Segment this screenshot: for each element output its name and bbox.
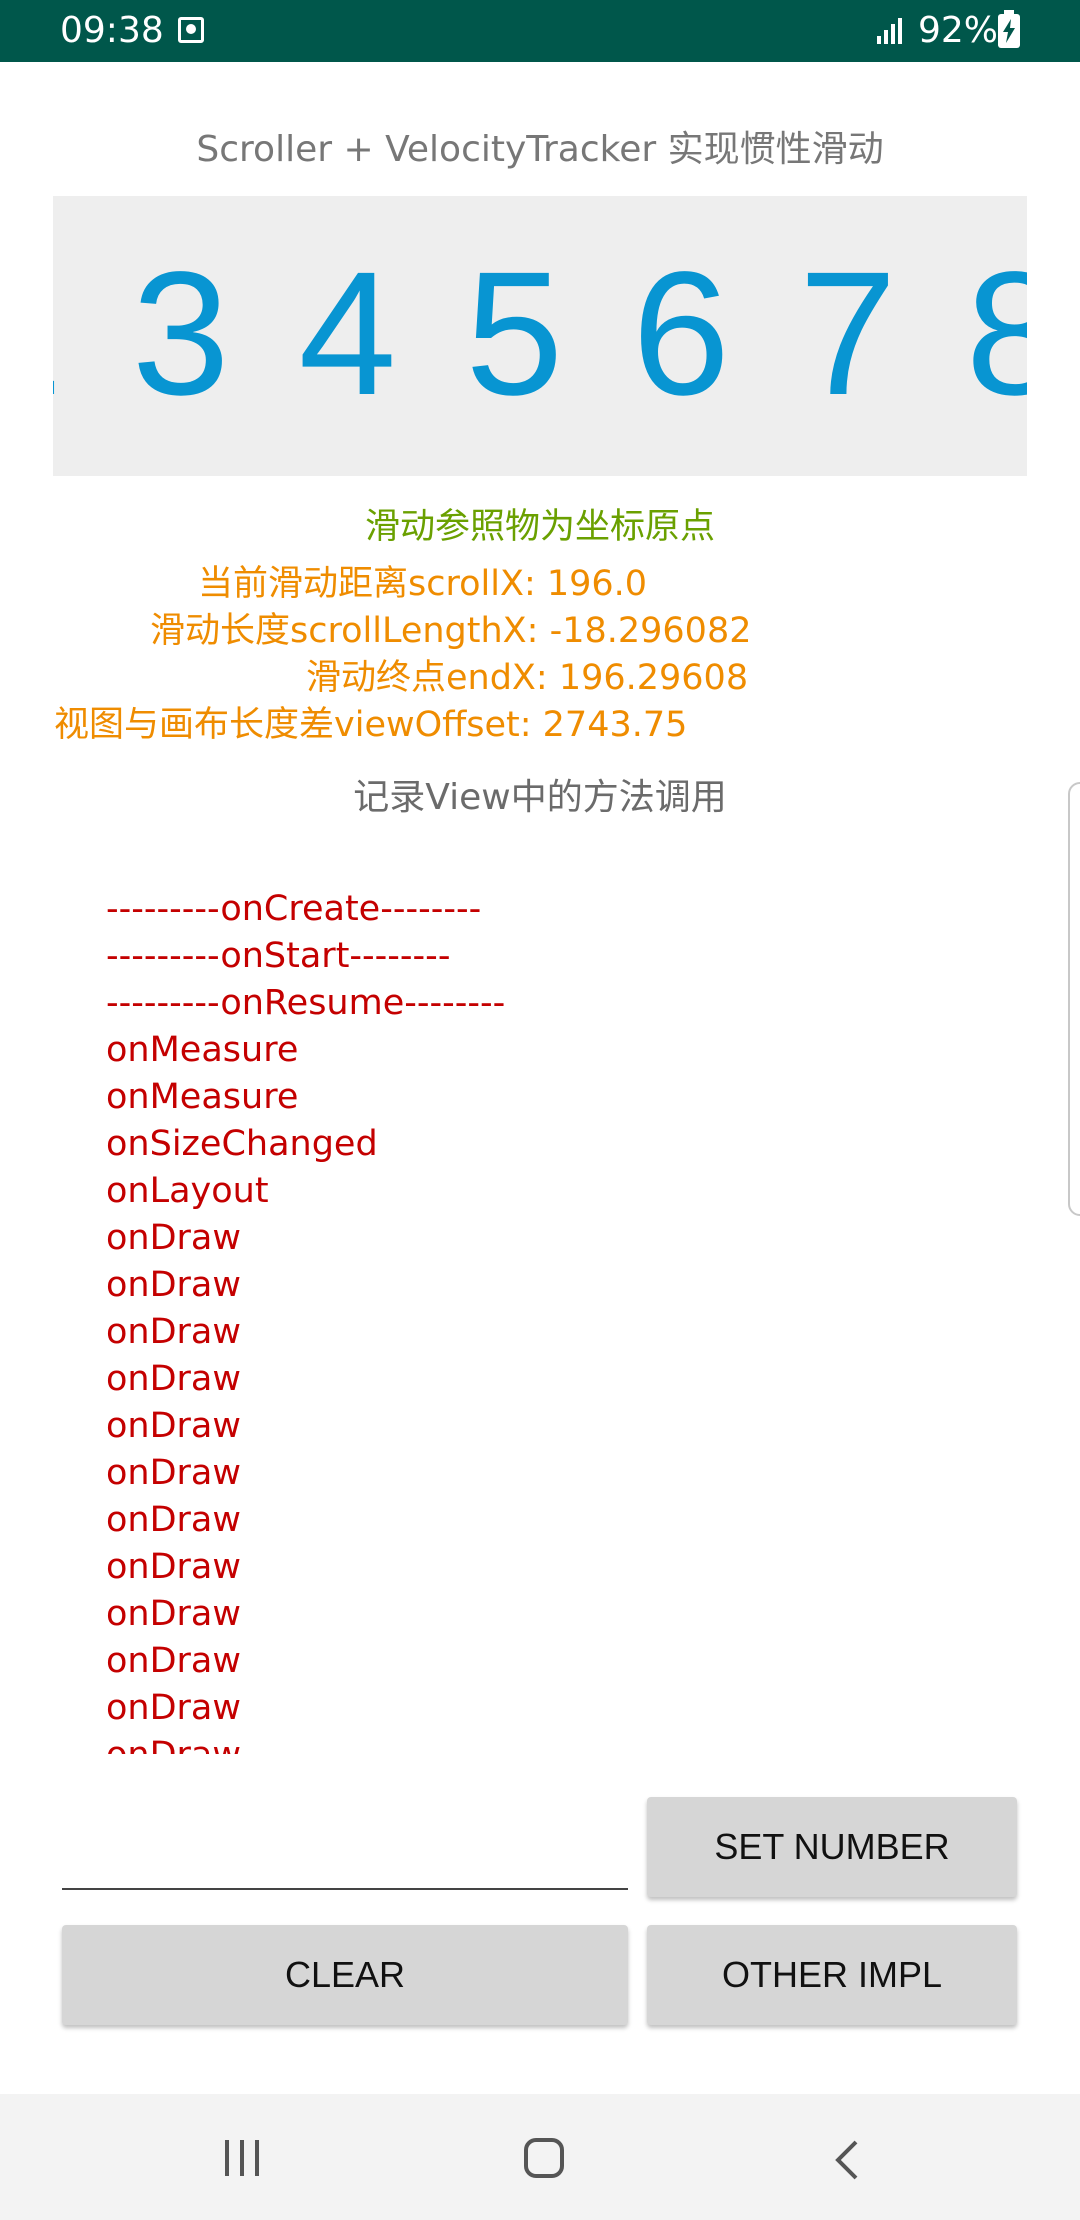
log-line: onDraw xyxy=(106,1453,242,1493)
number-scroller-view[interactable]: 2 3 4 5 6 7 8 9 10 xyxy=(53,196,1027,476)
reference-text: 滑动参照物为坐标原点 xyxy=(364,507,715,547)
view-offset-text: 视图与画布长度差viewOffset: 2743.75 xyxy=(54,705,688,745)
log-line: onMeasure xyxy=(106,1030,299,1070)
log-title: 记录View中的方法调用 xyxy=(353,777,727,818)
clear-label: CLEAR xyxy=(284,1954,406,1995)
log-line: onDraw xyxy=(106,1359,242,1399)
log-line: onDraw xyxy=(106,1547,242,1587)
log-line: onDraw xyxy=(106,1688,242,1728)
log-line: ---------onStart-------- xyxy=(106,936,451,976)
scroll-length-text: 滑动长度scrollLengthX: -18.296082 xyxy=(150,611,752,651)
other-impl-button[interactable]: OTHER IMPL xyxy=(647,1925,1017,2025)
number-input[interactable] xyxy=(62,1798,628,1890)
method-call-log[interactable]: ---------onCreate-------- ---------onStar… xyxy=(106,886,806,1754)
log-line: onDraw xyxy=(106,1732,806,1754)
navigation-bar xyxy=(0,2094,1080,2220)
log-line: onMeasure xyxy=(106,1077,299,1117)
log-line: ---------onResume-------- xyxy=(106,983,506,1023)
status-time: 09:38 xyxy=(60,10,164,51)
battery-charging-icon xyxy=(998,10,1020,48)
edge-panel-handle[interactable] xyxy=(1068,782,1080,1216)
log-line: onLayout xyxy=(106,1171,269,1211)
back-icon[interactable] xyxy=(832,2140,862,2180)
set-number-label: SET NUMBER xyxy=(714,1826,950,1867)
log-line: ---------onCreate-------- xyxy=(106,889,482,929)
log-line: onDraw xyxy=(106,1406,242,1446)
clock-icon xyxy=(178,17,204,43)
recent-apps-icon[interactable] xyxy=(222,2140,262,2176)
status-bar: 09:38 92% xyxy=(0,0,1080,62)
log-line: onDraw xyxy=(106,1500,242,1540)
clear-button[interactable]: CLEAR xyxy=(62,1925,628,2025)
log-line: onDraw xyxy=(106,1312,242,1352)
set-number-button[interactable]: SET NUMBER xyxy=(647,1797,1017,1897)
scroll-info: 滑动参照物为坐标原点 xyxy=(0,504,1080,551)
number-strip: 2 3 4 5 6 7 8 9 10 xyxy=(53,236,1027,432)
scroll-x-text: 当前滑动距离scrollX: 196.0 xyxy=(198,564,648,604)
other-impl-label: OTHER IMPL xyxy=(721,1954,943,1995)
log-line: onSizeChanged xyxy=(106,1124,378,1164)
signal-icon xyxy=(877,18,902,44)
page-title: Scroller + VelocityTracker 实现惯性滑动 xyxy=(196,129,884,170)
log-line: onDraw xyxy=(106,1641,242,1681)
log-line: onDraw xyxy=(106,1218,242,1258)
home-icon[interactable] xyxy=(524,2138,564,2178)
log-line: onDraw xyxy=(106,1594,242,1634)
number-digits: 2 3 4 5 6 7 8 9 10 xyxy=(53,236,1027,432)
end-x-text: 滑动终点endX: 196.29608 xyxy=(306,658,749,698)
log-line: onDraw xyxy=(106,1265,242,1305)
battery-percent: 92% xyxy=(918,10,999,51)
